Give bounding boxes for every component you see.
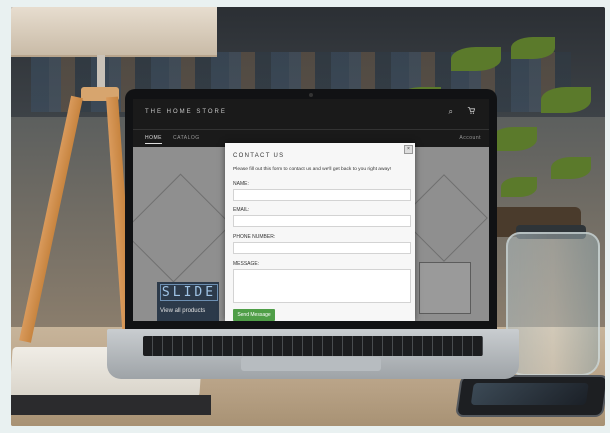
slide-logo: SLIDE — [160, 284, 218, 301]
notebook-base — [11, 395, 211, 415]
send-message-button[interactable]: Send Message — [233, 309, 275, 321]
leaf — [451, 47, 501, 71]
modal-title: CONTACT US — [233, 153, 285, 159]
email-label: EMAIL: — [233, 207, 250, 213]
smartphone — [455, 375, 605, 417]
glass-jar — [506, 232, 600, 376]
laptop-screen: THE HOME STORE ⌕ HOME CATALOG Account SL… — [133, 99, 489, 321]
site-header: THE HOME STORE ⌕ — [133, 99, 489, 129]
message-field[interactable] — [233, 269, 411, 303]
cart-icon[interactable] — [467, 106, 476, 116]
view-all-products-link[interactable]: View all products — [160, 308, 205, 314]
leaf — [491, 127, 537, 151]
name-field[interactable] — [233, 189, 411, 201]
phone-label: PHONE NUMBER: — [233, 234, 276, 240]
modal-intro: Please fill out this form to contact us … — [233, 167, 392, 172]
search-icon[interactable]: ⌕ — [449, 107, 453, 117]
laptop-keyboard — [143, 336, 483, 356]
laptop-trackpad — [241, 357, 381, 371]
store-name[interactable]: THE HOME STORE — [145, 109, 227, 115]
slide-banner[interactable]: SLIDE View all products — [157, 282, 219, 321]
contact-modal: × CONTACT US Please fill out this form t… — [225, 143, 415, 321]
leaf — [501, 177, 537, 197]
leaf — [541, 87, 591, 113]
message-label: MESSAGE: — [233, 261, 260, 267]
laptop-lid: THE HOME STORE ⌕ HOME CATALOG Account SL… — [125, 89, 497, 329]
leaf — [511, 37, 555, 59]
lamp-shade — [11, 7, 217, 57]
photo-frame: THE HOME STORE ⌕ HOME CATALOG Account SL… — [11, 7, 605, 426]
webcam — [309, 93, 313, 97]
nav-catalog[interactable]: CATALOG — [173, 135, 200, 141]
name-label: NAME: — [233, 181, 249, 187]
close-icon[interactable]: × — [404, 145, 413, 154]
leaf — [551, 157, 591, 179]
nav-home[interactable]: HOME — [145, 135, 162, 144]
phone-field[interactable] — [233, 242, 411, 254]
email-field[interactable] — [233, 215, 411, 227]
nav-account[interactable]: Account — [459, 135, 481, 141]
product-illustration — [133, 173, 232, 283]
product-illustration — [419, 262, 471, 314]
